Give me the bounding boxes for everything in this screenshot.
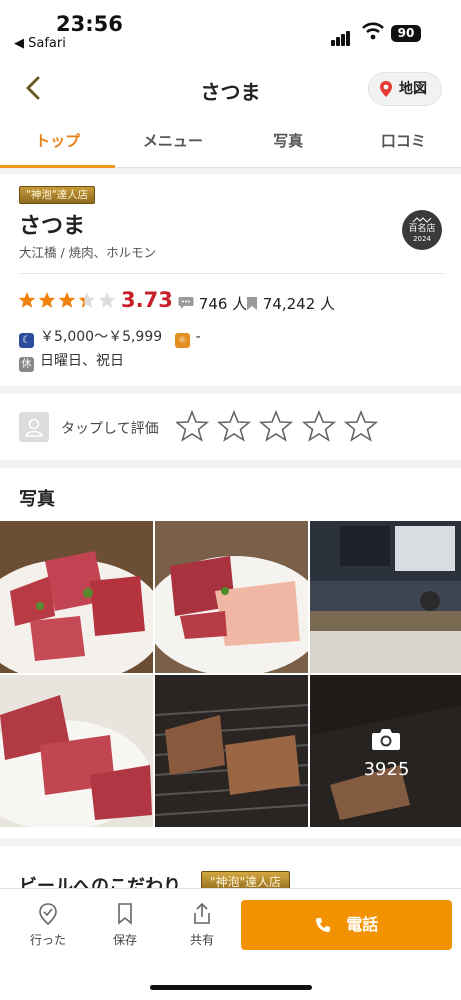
battery-indicator: 90 xyxy=(391,25,421,42)
visited-button[interactable]: 行った xyxy=(18,903,78,948)
star-empty-icon xyxy=(98,292,116,308)
photo-thumbnail[interactable] xyxy=(155,675,308,827)
visited-check-icon xyxy=(39,903,57,925)
save-button[interactable]: 保存 xyxy=(95,903,155,948)
user-avatar-icon xyxy=(19,412,49,442)
section-gap xyxy=(0,460,461,468)
rating-score: 3.73 xyxy=(121,288,173,312)
dinner-price: ￥5,000～￥5,999 xyxy=(40,329,163,345)
camera-icon xyxy=(372,729,400,750)
call-label: 電話 xyxy=(346,915,379,934)
photo-thumbnail[interactable] xyxy=(0,521,153,673)
home-indicator[interactable] xyxy=(150,985,312,990)
review-count-text: 746 人 xyxy=(198,295,248,313)
status-bar: 23:56 ◀ Safari 90 xyxy=(0,0,461,60)
share-label: 共有 xyxy=(189,933,214,947)
rating-stars xyxy=(18,292,116,308)
rate-prompt-label: タップして評価 xyxy=(61,421,159,437)
map-button[interactable]: 地図 xyxy=(368,72,442,106)
moon-icon: ☾ xyxy=(19,333,34,348)
status-time: 23:56 xyxy=(56,12,123,36)
rate-star-2-icon xyxy=(218,411,250,441)
price-row: ☾ ￥5,000～￥5,999 ☼ - xyxy=(19,326,201,348)
speech-bubble-icon xyxy=(178,297,194,309)
hyakumeiten-year: 2024 xyxy=(413,235,431,243)
rate-star-1-icon xyxy=(176,411,208,441)
photo-grid: 3925 xyxy=(0,521,461,827)
divider xyxy=(19,273,445,274)
photo-thumbnail[interactable] xyxy=(310,521,461,673)
bookmark-icon xyxy=(247,297,257,310)
photo-thumbnail[interactable] xyxy=(155,521,308,673)
back-to-safari-link[interactable]: ◀ Safari xyxy=(14,36,66,51)
star-filled-icon xyxy=(38,292,56,308)
map-button-label: 地図 xyxy=(399,81,427,97)
star-filled-icon xyxy=(58,292,76,308)
section-gap xyxy=(0,386,461,394)
section-gap xyxy=(0,838,461,846)
star-filled-icon xyxy=(18,292,36,308)
lunch-price: - xyxy=(195,329,201,345)
rate-stars[interactable] xyxy=(176,410,378,444)
rate-star-5-icon xyxy=(345,411,377,441)
map-pin-icon xyxy=(380,81,392,97)
save-label: 保存 xyxy=(112,933,137,947)
holiday-icon: 休 xyxy=(19,357,34,372)
review-count[interactable]: 746 人 xyxy=(178,293,247,314)
tab-photos[interactable]: 写真 xyxy=(231,122,346,167)
save-count[interactable]: 74,242 人 xyxy=(246,293,335,314)
navigation-bar: さつま 地図 xyxy=(0,66,461,112)
visited-label: 行った xyxy=(29,933,66,947)
share-icon xyxy=(194,903,210,924)
call-button[interactable]: 電話 xyxy=(241,900,452,950)
tab-reviews[interactable]: 口コミ xyxy=(346,122,461,167)
hyakumeiten-badge[interactable]: 百名店 2024 xyxy=(402,210,442,250)
restaurant-name: さつま xyxy=(19,214,86,239)
cellular-signal-icon xyxy=(331,27,351,46)
tab-menu[interactable]: メニュー xyxy=(115,122,230,167)
holiday-row: 休日曜日、祝日 xyxy=(19,350,124,372)
mountain-icon xyxy=(412,217,432,223)
bottom-action-bar: 行った 保存 共有 電話 xyxy=(0,888,461,1000)
rate-star-3-icon xyxy=(260,411,292,441)
save-count-text: 74,242 人 xyxy=(262,295,336,313)
photo-thumbnail[interactable] xyxy=(0,675,153,827)
kamiawa-badge: "神泡"達人店 xyxy=(19,186,96,204)
tab-top[interactable]: トップ xyxy=(0,122,116,168)
restaurant-area-genre: 大江橋 / 焼肉、ホルモン xyxy=(19,245,157,260)
bookmark-outline-icon xyxy=(118,903,132,925)
photo-count: 3925 xyxy=(363,759,410,780)
rate-prompt-row[interactable]: タップして評価 xyxy=(0,396,461,460)
photo-thumbnail-more[interactable]: 3925 xyxy=(310,675,461,827)
hyakumeiten-label: 百名店 xyxy=(408,224,436,234)
photos-section-title: 写真 xyxy=(19,489,55,510)
phone-icon xyxy=(315,918,330,932)
sun-icon: ☼ xyxy=(174,333,190,348)
section-gap xyxy=(0,168,461,174)
holidays: 日曜日、祝日 xyxy=(40,353,124,369)
rate-star-4-icon xyxy=(303,411,335,441)
tab-bar: トップ メニュー 写真 口コミ xyxy=(0,122,461,168)
wifi-icon xyxy=(362,22,384,40)
share-button[interactable]: 共有 xyxy=(172,903,232,948)
